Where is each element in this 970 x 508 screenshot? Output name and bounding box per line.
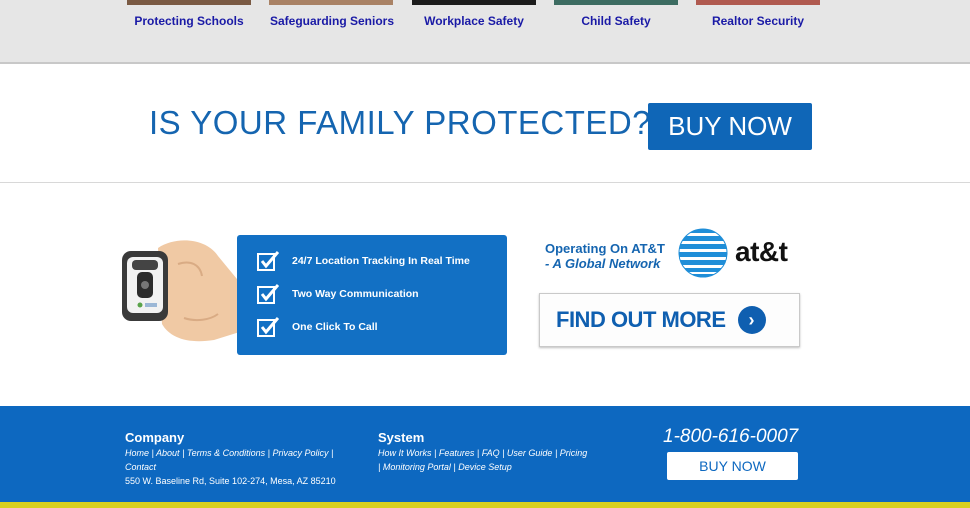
- footer-address: 550 W. Baseline Rd, Suite 102-274, Mesa,…: [125, 476, 336, 486]
- feature-label: One Click To Call: [292, 321, 378, 333]
- category-thumbnail: [412, 0, 536, 5]
- footer-company-heading: Company: [125, 430, 185, 445]
- category-thumbnail: [269, 0, 393, 5]
- footer-link-terms[interactable]: Terms & Conditions: [187, 448, 265, 458]
- att-network-text: Operating On AT&T: [545, 241, 665, 256]
- feature-label: 24/7 Location Tracking In Real Time: [292, 255, 470, 267]
- buy-now-button[interactable]: BUY NOW: [648, 103, 812, 150]
- footer: Company Home | About | Terms & Condition…: [0, 406, 970, 502]
- hero-question: IS YOUR FAMILY PROTECTED?: [149, 104, 652, 141]
- checkbox-check-icon: [257, 317, 279, 337]
- footer-link-user-guide[interactable]: User Guide: [507, 448, 553, 458]
- footer-link-faq[interactable]: FAQ: [482, 448, 500, 458]
- footer-link-pricing[interactable]: Pricing: [560, 448, 588, 458]
- footer-system-links: How It Works | Features | FAQ | User Gui…: [378, 448, 588, 472]
- checkbox-check-icon: [257, 284, 279, 304]
- find-out-more-label: FIND OUT MORE: [556, 307, 726, 332]
- category-thumbnail: [127, 0, 251, 5]
- category-link-seniors[interactable]: Safeguarding Seniors: [257, 14, 407, 28]
- feature-item: 24/7 Location Tracking In Real Time: [257, 251, 470, 271]
- device-in-hand-image: [122, 240, 246, 342]
- category-strip: Protecting Schools Safeguarding Seniors …: [0, 0, 970, 64]
- footer-link-device-setup[interactable]: Device Setup: [458, 462, 512, 472]
- footer-link-about[interactable]: About: [156, 448, 180, 458]
- footer-link-features[interactable]: Features: [439, 448, 475, 458]
- att-globe-icon: [678, 228, 728, 278]
- att-network-subtext: - A Global Network: [545, 256, 661, 271]
- category-link-realtor[interactable]: Realtor Security: [683, 14, 833, 28]
- category-link-workplace[interactable]: Workplace Safety: [399, 14, 549, 28]
- find-out-more-button[interactable]: FIND OUT MORE ›: [539, 293, 800, 347]
- feature-label: Two Way Communication: [292, 288, 419, 300]
- category-thumbnail: [554, 0, 678, 5]
- footer-system-heading: System: [378, 430, 425, 445]
- features-box: 24/7 Location Tracking In Real Time Two …: [237, 235, 507, 355]
- footer-buy-now-button[interactable]: BUY NOW: [667, 452, 798, 480]
- footer-link-home[interactable]: Home: [125, 448, 149, 458]
- category-thumbnail: [696, 0, 820, 5]
- footer-link-contact[interactable]: Contact: [125, 462, 156, 472]
- footer-company-links: Home | About | Terms & Conditions | Priv…: [125, 448, 334, 472]
- arrow-right-icon: ›: [737, 306, 766, 334]
- footer-link-monitoring-portal[interactable]: Monitoring Portal: [383, 462, 451, 472]
- footer-accent-bar: [0, 502, 970, 508]
- footer-phone-number[interactable]: 1-800-616-0007: [663, 426, 798, 448]
- category-link-schools[interactable]: Protecting Schools: [114, 14, 264, 28]
- feature-item: Two Way Communication: [257, 284, 419, 304]
- feature-item: One Click To Call: [257, 317, 378, 337]
- checkbox-check-icon: [257, 251, 279, 271]
- att-logo-text: at&t: [735, 236, 788, 267]
- footer-link-privacy[interactable]: Privacy Policy: [272, 448, 328, 458]
- category-link-child[interactable]: Child Safety: [541, 14, 691, 28]
- footer-link-how-it-works[interactable]: How It Works: [378, 448, 432, 458]
